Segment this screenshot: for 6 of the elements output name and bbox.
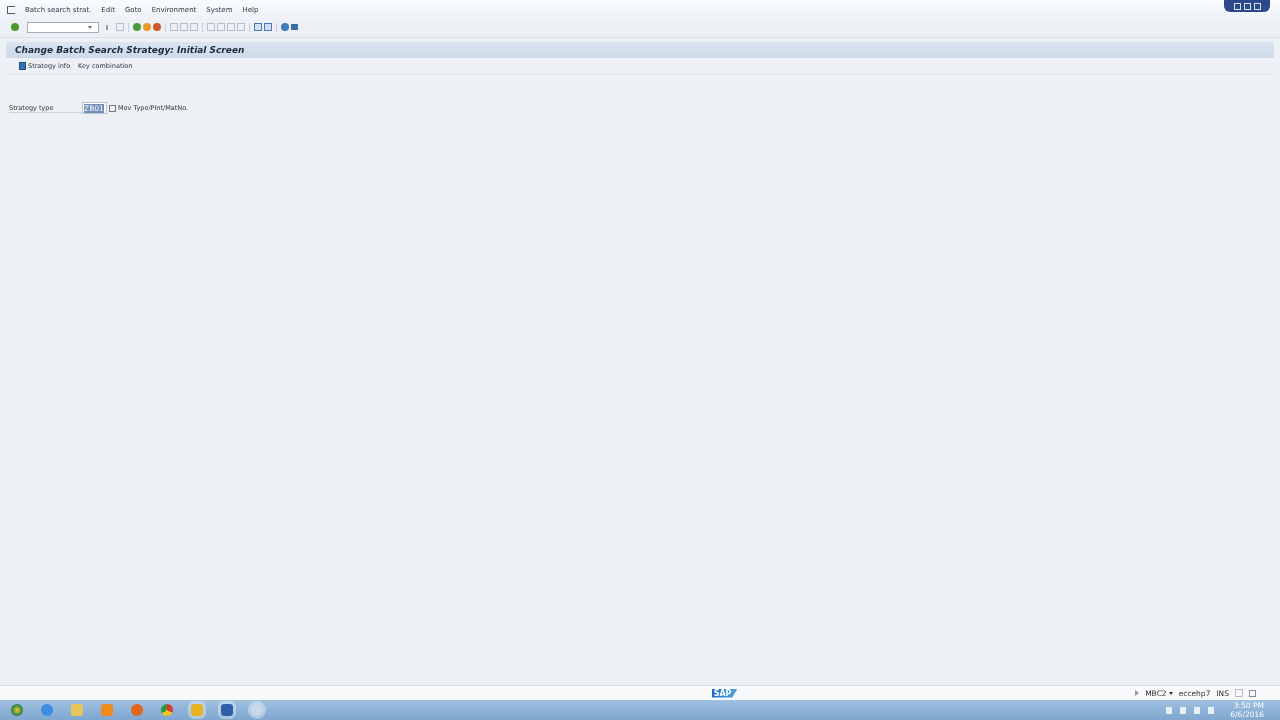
caret-icon[interactable] — [1168, 691, 1173, 695]
sap-logo: SAP — [711, 688, 738, 698]
command-field[interactable] — [27, 21, 99, 33]
screen-title: Change Batch Search Strategy: Initial Screen — [15, 45, 245, 55]
triangle-icon[interactable] — [1135, 690, 1140, 696]
caret-icon — [88, 25, 92, 29]
